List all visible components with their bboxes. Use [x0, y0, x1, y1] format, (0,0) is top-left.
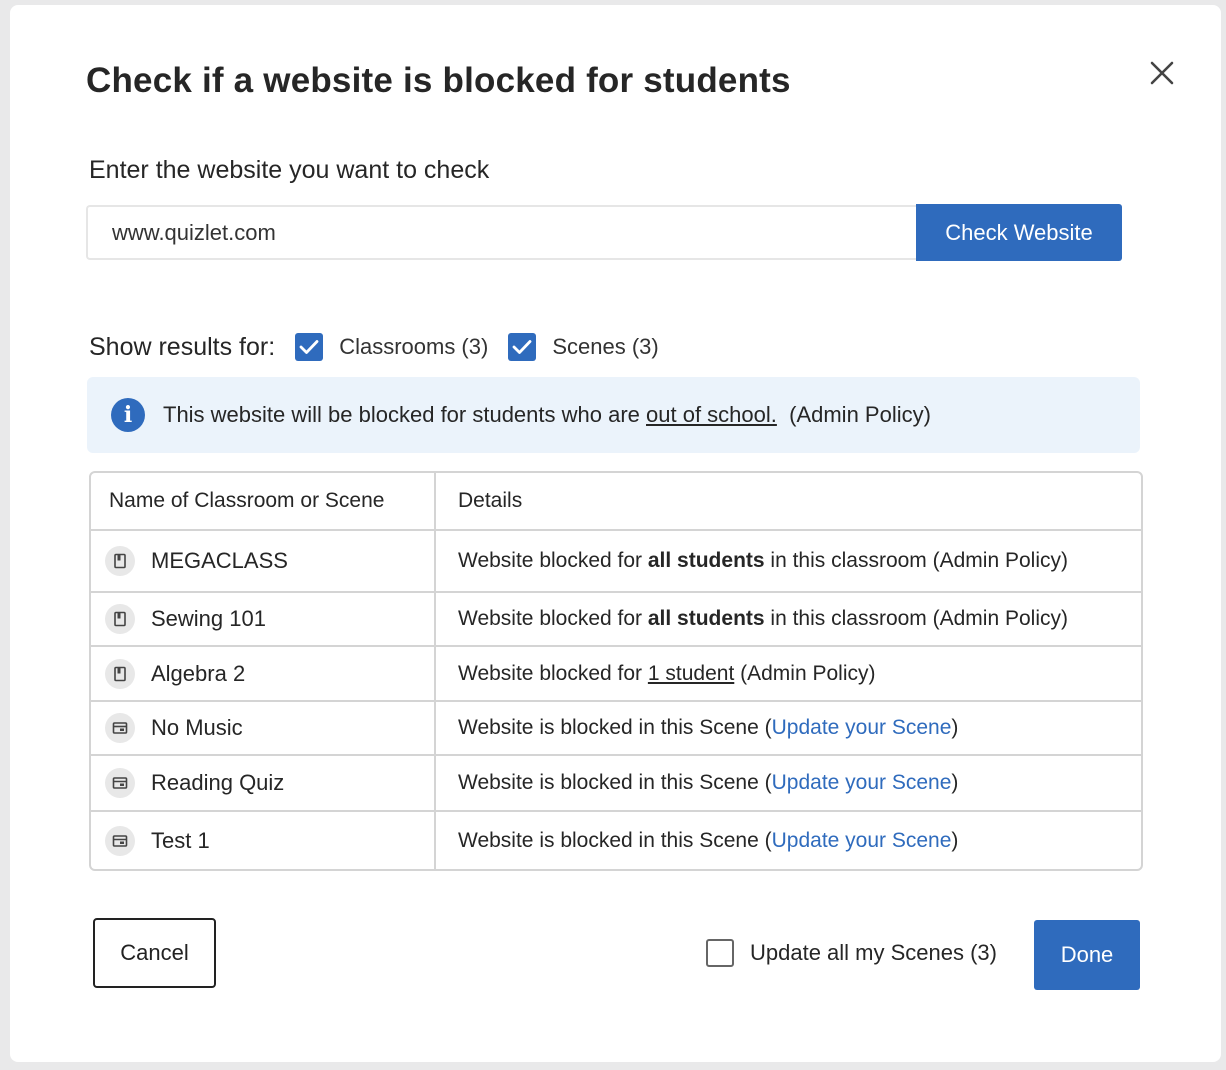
cancel-button[interactable]: Cancel	[93, 918, 216, 988]
checkmark-icon	[299, 340, 319, 354]
done-button[interactable]: Done	[1034, 920, 1140, 990]
row-name: No Music	[151, 715, 243, 740]
classroom-icon	[105, 658, 135, 689]
detail-text: in this classroom (Admin Policy)	[764, 607, 1068, 630]
detail-text: (Admin Policy)	[734, 661, 876, 685]
row-name: Reading Quiz	[151, 770, 285, 795]
website-input-label: Enter the website you want to check	[89, 156, 490, 184]
out-of-school-link[interactable]: out of school.	[646, 402, 777, 427]
table-row: No Music Website is blocked in this Scen…	[91, 702, 1141, 756]
table-row: MEGACLASS Website blocked for all studen…	[91, 531, 1141, 593]
detail-emphasis: all students	[647, 607, 765, 630]
info-text: This website will be blocked for student…	[163, 402, 931, 428]
detail-text: Website is blocked in this Scene (	[458, 716, 772, 739]
info-text-after: (Admin Policy)	[776, 402, 931, 427]
classroom-icon	[105, 604, 135, 634]
dialog-title: Check if a website is blocked for studen…	[86, 61, 791, 100]
detail-text: Website blocked for	[458, 661, 648, 685]
info-text-before: This website will be blocked for student…	[163, 402, 647, 427]
update-scene-link[interactable]: Update your Scene	[772, 716, 952, 740]
column-header-name: Name of Classroom or Scene	[91, 473, 436, 529]
table-row: Test 1 Website is blocked in this Scene …	[91, 812, 1141, 869]
table-row: Algebra 2 Website blocked for 1 student …	[91, 647, 1141, 702]
results-filter-label: Show results for:	[89, 332, 276, 361]
table-header: Name of Classroom or Scene Details	[91, 473, 1141, 531]
detail-text: Website is blocked in this Scene (	[458, 771, 772, 794]
results-filter: Show results for: Classrooms (3) Scenes …	[89, 327, 659, 367]
checkmark-icon	[512, 340, 532, 354]
update-all-scenes: Update all my Scenes (3)	[706, 934, 997, 972]
scene-icon	[105, 768, 135, 798]
classrooms-checkbox[interactable]	[295, 333, 324, 361]
detail-text: )	[951, 771, 959, 794]
scene-icon	[105, 713, 135, 743]
classrooms-checkbox-label[interactable]: Classrooms (3)	[339, 334, 488, 360]
table-row: Reading Quiz Website is blocked in this …	[91, 756, 1141, 812]
table-row: Sewing 101 Website blocked for all stude…	[91, 593, 1141, 647]
scene-icon	[105, 825, 135, 856]
detail-text: )	[951, 828, 959, 852]
classroom-icon	[105, 546, 135, 576]
website-input[interactable]	[86, 205, 918, 260]
detail-emphasis: all students	[647, 549, 765, 572]
detail-text: Website is blocked in this Scene (	[458, 828, 772, 852]
update-scene-link[interactable]: Update your Scene	[772, 771, 952, 795]
row-name: MEGACLASS	[151, 548, 288, 573]
close-icon	[1150, 61, 1174, 85]
row-name: Test 1	[151, 827, 210, 853]
one-student-link[interactable]: 1 student	[648, 662, 734, 686]
detail-text: Website blocked for	[458, 607, 648, 630]
update-all-scenes-label[interactable]: Update all my Scenes (3)	[750, 940, 997, 966]
update-all-scenes-checkbox[interactable]	[706, 939, 734, 967]
check-website-button[interactable]: Check Website	[916, 204, 1122, 261]
close-button[interactable]	[1144, 55, 1180, 91]
row-name: Algebra 2	[151, 660, 246, 686]
info-icon: i	[111, 398, 145, 432]
check-website-dialog: Check if a website is blocked for studen…	[10, 5, 1221, 1062]
row-name: Sewing 101	[151, 606, 266, 631]
scenes-checkbox[interactable]	[508, 333, 537, 361]
column-header-details: Details	[458, 489, 523, 512]
detail-text: Website blocked for	[458, 549, 648, 572]
scenes-checkbox-label[interactable]: Scenes (3)	[552, 334, 658, 360]
detail-text: in this classroom (Admin Policy)	[764, 549, 1068, 572]
update-scene-link[interactable]: Update your Scene	[772, 829, 952, 853]
results-table: Name of Classroom or Scene Details MEGAC…	[89, 471, 1143, 871]
info-banner: i This website will be blocked for stude…	[87, 377, 1140, 453]
detail-text: )	[951, 716, 959, 739]
